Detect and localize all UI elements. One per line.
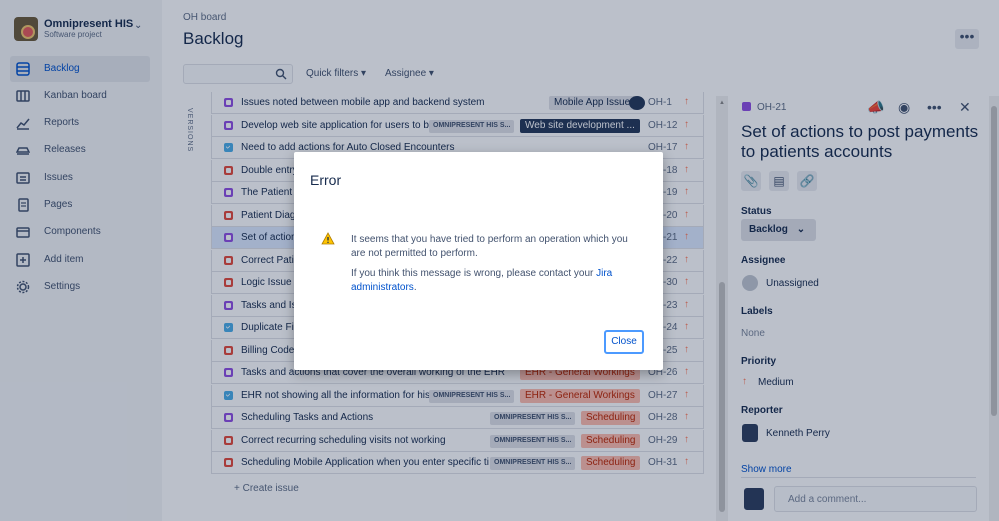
error-message: It seems that you have tried to perform … [351, 234, 628, 259]
warning-icon [321, 232, 335, 245]
close-button[interactable]: Close [604, 330, 644, 354]
error-dialog: Error It seems that you have tried to pe… [294, 152, 663, 370]
contact-suffix: . [413, 282, 417, 293]
error-contact-message: If you think this message is wrong, plea… [351, 267, 631, 295]
contact-text: If you think this message is wrong, plea… [351, 268, 597, 279]
dialog-title: Error [310, 172, 342, 188]
